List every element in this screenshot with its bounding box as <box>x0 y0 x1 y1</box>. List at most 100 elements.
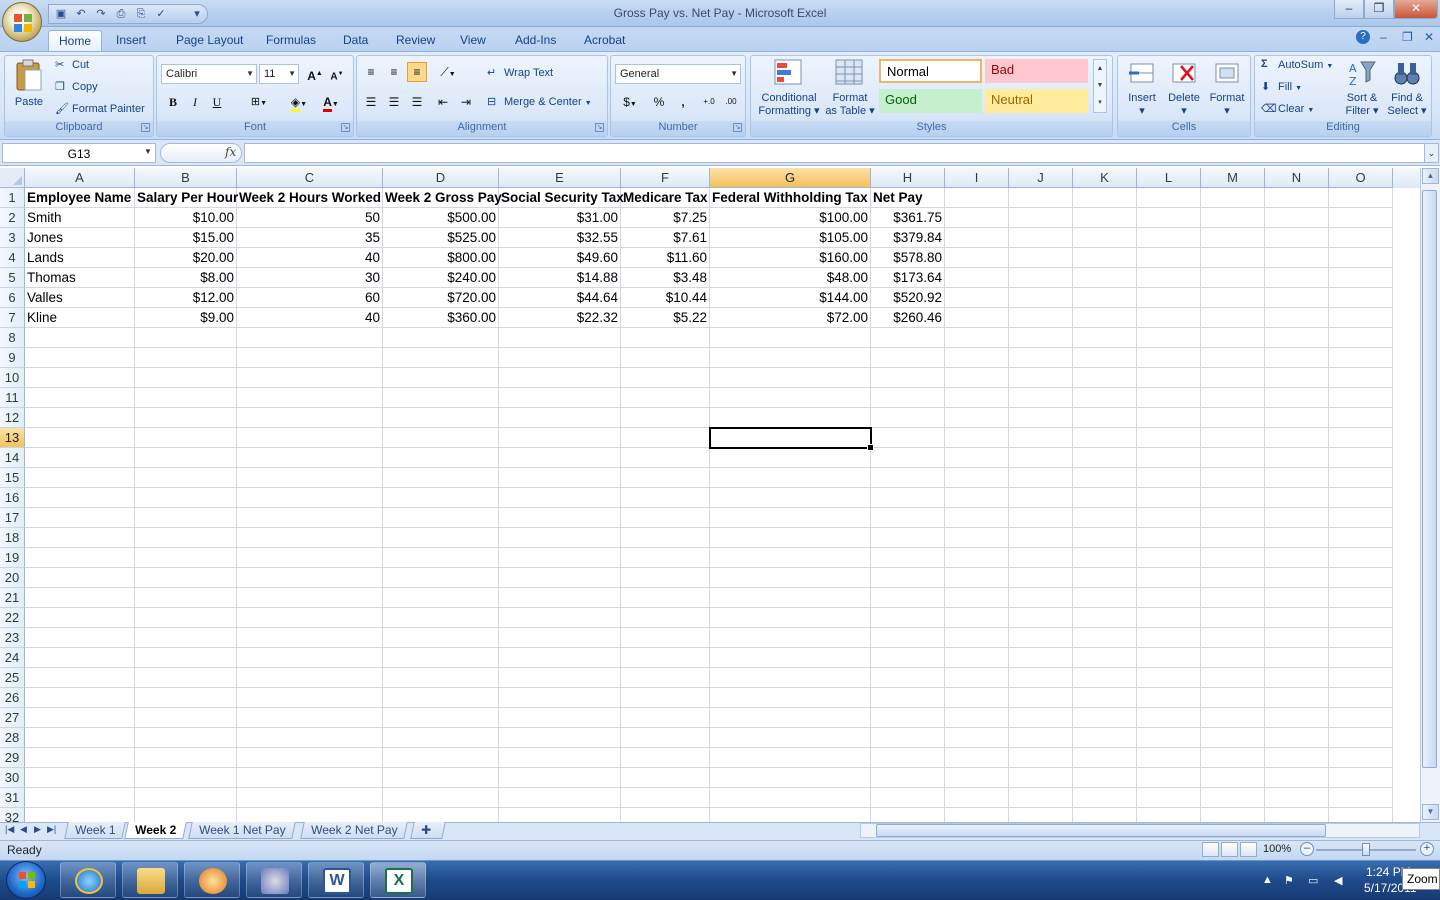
column-header-k[interactable]: K <box>1073 168 1137 188</box>
cell-h13[interactable] <box>871 428 945 448</box>
cell-k19[interactable] <box>1073 548 1137 568</box>
prev-sheet-icon[interactable]: ◀ <box>20 824 27 835</box>
cell-o14[interactable] <box>1329 448 1393 468</box>
cell-e30[interactable] <box>499 768 621 788</box>
cell-o24[interactable] <box>1329 648 1393 668</box>
cell-c26[interactable] <box>237 688 383 708</box>
cell-k27[interactable] <box>1073 708 1137 728</box>
cell-o2[interactable] <box>1329 208 1393 228</box>
cell-a11[interactable] <box>25 388 135 408</box>
cell-i26[interactable] <box>945 688 1009 708</box>
cell-a23[interactable] <box>25 628 135 648</box>
cell-f29[interactable] <box>621 748 710 768</box>
cell-n32[interactable] <box>1265 808 1329 822</box>
cut-button[interactable]: ✂ Cut <box>55 58 89 72</box>
row-header[interactable]: 22 <box>0 608 25 628</box>
cell-i6[interactable] <box>945 288 1009 308</box>
cell-b2[interactable]: $10.00 <box>135 208 237 228</box>
cell-j17[interactable] <box>1009 508 1073 528</box>
grow-font-button[interactable]: A▲ <box>305 64 325 84</box>
spelling-icon[interactable]: ✓ <box>153 7 169 21</box>
close-button[interactable]: ✕ <box>1394 0 1438 19</box>
column-header-j[interactable]: J <box>1009 168 1073 188</box>
cell-m6[interactable] <box>1201 288 1265 308</box>
cell-l31[interactable] <box>1137 788 1201 808</box>
cell-c5[interactable]: 30 <box>237 268 383 288</box>
conditional-formatting-button[interactable]: Conditional Formatting ▾ <box>753 58 825 118</box>
cell-h23[interactable] <box>871 628 945 648</box>
column-header-b[interactable]: B <box>135 168 237 188</box>
cell-b26[interactable] <box>135 688 237 708</box>
insert-cells-button[interactable]: Insert ▾ <box>1122 58 1162 118</box>
cell-j20[interactable] <box>1009 568 1073 588</box>
cell-m15[interactable] <box>1201 468 1265 488</box>
zoom-in-icon[interactable]: + <box>1420 842 1434 856</box>
cell-j21[interactable] <box>1009 588 1073 608</box>
cell-g31[interactable] <box>710 788 871 808</box>
cell-l28[interactable] <box>1137 728 1201 748</box>
cell-d18[interactable] <box>383 528 499 548</box>
cell-c21[interactable] <box>237 588 383 608</box>
cell-f26[interactable] <box>621 688 710 708</box>
cell-f15[interactable] <box>621 468 710 488</box>
row-header[interactable]: 12 <box>0 408 25 428</box>
tab-home[interactable]: Home <box>48 30 103 52</box>
column-header-c[interactable]: C <box>237 168 383 188</box>
zoom-level[interactable]: 100% <box>1263 843 1291 855</box>
column-header-n[interactable]: N <box>1265 168 1329 188</box>
cell-j8[interactable] <box>1009 328 1073 348</box>
cell-e13[interactable] <box>499 428 621 448</box>
cell-m26[interactable] <box>1201 688 1265 708</box>
cell-b29[interactable] <box>135 748 237 768</box>
cell-g1[interactable]: Federal Withholding Tax <box>710 188 871 208</box>
cell-f23[interactable] <box>621 628 710 648</box>
cell-o15[interactable] <box>1329 468 1393 488</box>
cell-l18[interactable] <box>1137 528 1201 548</box>
cell-d17[interactable] <box>383 508 499 528</box>
cell-o21[interactable] <box>1329 588 1393 608</box>
network-icon[interactable]: ▭ <box>1308 874 1318 887</box>
tab-add-ins[interactable]: Add-Ins <box>505 30 566 52</box>
cell-h10[interactable] <box>871 368 945 388</box>
horizontal-scroll-thumb[interactable] <box>876 824 1326 837</box>
cell-o31[interactable] <box>1329 788 1393 808</box>
cell-o8[interactable] <box>1329 328 1393 348</box>
chevron-down-icon[interactable]: ▼ <box>144 147 152 156</box>
cell-f32[interactable] <box>621 808 710 822</box>
cell-n11[interactable] <box>1265 388 1329 408</box>
cell-k32[interactable] <box>1073 808 1137 822</box>
cell-a13[interactable] <box>25 428 135 448</box>
cell-f27[interactable] <box>621 708 710 728</box>
cell-d20[interactable] <box>383 568 499 588</box>
cell-d6[interactable]: $720.00 <box>383 288 499 308</box>
cell-e14[interactable] <box>499 448 621 468</box>
row-header[interactable]: 30 <box>0 768 25 788</box>
cell-g7[interactable]: $72.00 <box>710 308 871 328</box>
cell-f28[interactable] <box>621 728 710 748</box>
cell-h18[interactable] <box>871 528 945 548</box>
cell-b27[interactable] <box>135 708 237 728</box>
cell-a18[interactable] <box>25 528 135 548</box>
cell-i15[interactable] <box>945 468 1009 488</box>
cell-c7[interactable]: 40 <box>237 308 383 328</box>
cell-c2[interactable]: 50 <box>237 208 383 228</box>
cell-k10[interactable] <box>1073 368 1137 388</box>
cell-i19[interactable] <box>945 548 1009 568</box>
paste-button[interactable]: Paste <box>9 58 49 109</box>
cell-b23[interactable] <box>135 628 237 648</box>
cell-h25[interactable] <box>871 668 945 688</box>
cell-d11[interactable] <box>383 388 499 408</box>
cell-i24[interactable] <box>945 648 1009 668</box>
taskbar-internet-explorer[interactable] <box>60 862 116 898</box>
font-family-select[interactable]: Calibri ▼ <box>161 64 257 84</box>
cell-j10[interactable] <box>1009 368 1073 388</box>
cell-l11[interactable] <box>1137 388 1201 408</box>
cell-b28[interactable] <box>135 728 237 748</box>
styles-gallery-scroll[interactable]: ▲ ▼ ▾ <box>1093 59 1107 113</box>
cell-c11[interactable] <box>237 388 383 408</box>
cell-l19[interactable] <box>1137 548 1201 568</box>
cell-k17[interactable] <box>1073 508 1137 528</box>
align-center-icon[interactable]: ☰ <box>384 92 404 112</box>
cell-o25[interactable] <box>1329 668 1393 688</box>
dialog-launcher-icon[interactable]: ↘ <box>141 123 150 132</box>
